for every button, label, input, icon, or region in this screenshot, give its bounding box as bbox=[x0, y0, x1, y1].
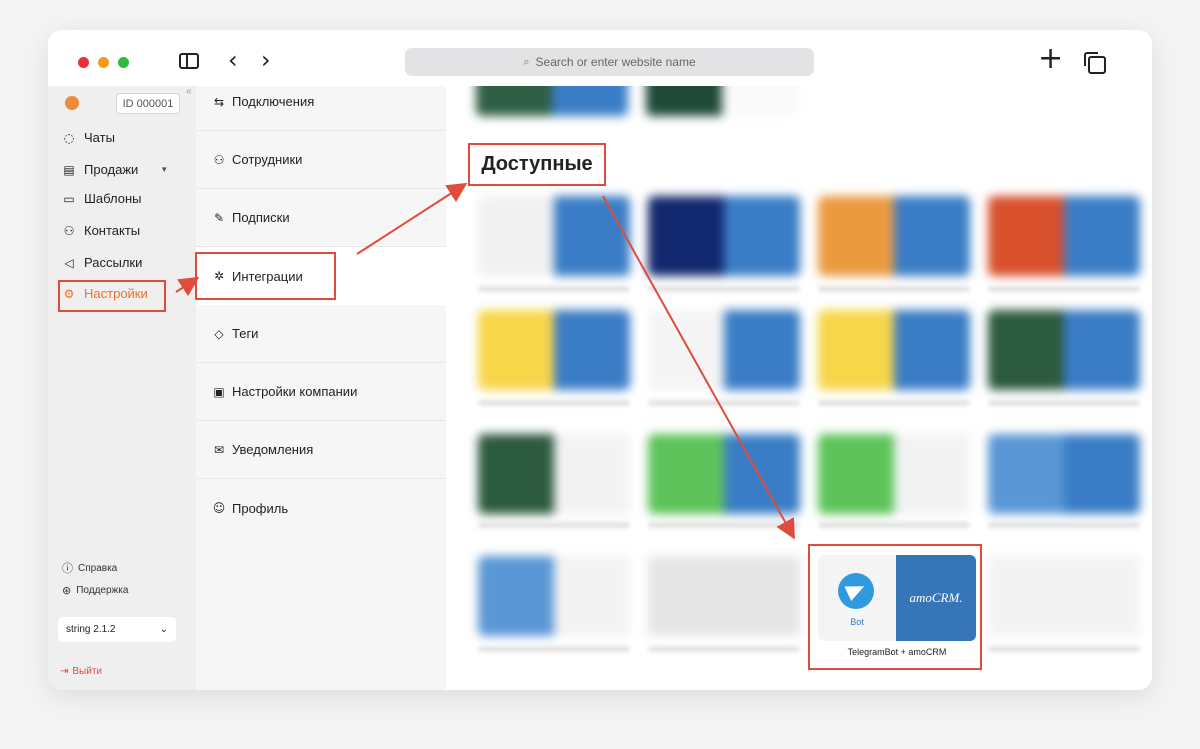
users-icon: ⚇ bbox=[213, 152, 225, 167]
address-placeholder: Search or enter website name bbox=[535, 55, 696, 69]
settings-menu: ⇆ Подключения ⚇ Сотрудники ✎ Подписки ✲ … bbox=[196, 86, 446, 690]
version-value: string 2.1.2 bbox=[66, 624, 116, 635]
settings-item-label: Уведомления bbox=[232, 442, 314, 457]
app-logo bbox=[65, 96, 79, 110]
settings-item-employees[interactable]: ⚇ Сотрудники bbox=[196, 131, 446, 189]
mail-icon: ✉ bbox=[213, 442, 225, 457]
settings-item-label: Подписки bbox=[232, 210, 290, 225]
integration-card[interactable] bbox=[818, 310, 970, 390]
caret-down-icon: ▼ bbox=[160, 165, 169, 174]
account-id-badge: ID 000001 bbox=[116, 93, 180, 114]
lifebuoy-icon: ⊛ bbox=[62, 584, 72, 597]
sidebar-item-label: Рассылки bbox=[84, 255, 143, 270]
chat-icon: ◌ bbox=[63, 130, 75, 145]
settings-highlight-box bbox=[58, 280, 166, 312]
integration-card[interactable] bbox=[648, 434, 800, 514]
sidebar-item-chats[interactable]: ◌ Чаты bbox=[62, 130, 115, 145]
settings-item-label: Настройки компании bbox=[232, 384, 358, 399]
settings-item-subscriptions[interactable]: ✎ Подписки bbox=[196, 189, 446, 247]
minimize-window-button[interactable] bbox=[98, 57, 109, 68]
logout-label: Выйти bbox=[72, 666, 102, 677]
integration-card[interactable] bbox=[648, 196, 800, 276]
card-highlight-box bbox=[808, 544, 982, 670]
shop-icon: ▤ bbox=[63, 162, 75, 177]
help-link[interactable]: ⓘ Справка bbox=[62, 560, 117, 576]
sidebar-item-label: Шаблоны bbox=[84, 191, 142, 206]
app-sidebar: ID 000001 « ◌ Чаты ▤ Продажи ▼ ▭ Шаблоны… bbox=[48, 86, 196, 690]
integration-card[interactable] bbox=[478, 434, 630, 514]
settings-item-profile[interactable]: ☺ Профиль bbox=[196, 479, 446, 537]
template-icon: ▭ bbox=[63, 191, 75, 206]
support-label: Поддержка bbox=[76, 585, 129, 596]
settings-item-label: Профиль bbox=[232, 500, 289, 516]
chevron-down-icon: ⌄ bbox=[159, 624, 168, 635]
settings-item-label: Подключения bbox=[232, 94, 315, 109]
help-label: Справка bbox=[78, 562, 118, 574]
settings-item-connections[interactable]: ⇆ Подключения bbox=[196, 73, 446, 131]
sidebar-item-mailings[interactable]: ◁ Рассылки bbox=[62, 255, 142, 270]
settings-item-notifications[interactable]: ✉ Уведомления bbox=[196, 421, 446, 479]
sidebar-item-label: Чаты bbox=[84, 130, 115, 145]
contacts-icon: ⚇ bbox=[63, 223, 75, 238]
subscription-icon: ✎ bbox=[213, 210, 225, 225]
profile-icon: ☺ bbox=[212, 501, 226, 515]
integration-card[interactable] bbox=[818, 196, 970, 276]
settings-item-label: Сотрудники bbox=[232, 152, 303, 167]
back-arrow-icon[interactable]: ‹ bbox=[228, 48, 238, 72]
info-icon: ⓘ bbox=[62, 562, 73, 575]
section-title-available: Доступные bbox=[468, 143, 606, 186]
new-tab-icon[interactable]: + bbox=[1038, 44, 1063, 74]
support-link[interactable]: ⊛ Поддержка bbox=[62, 584, 128, 597]
collapse-sidebar-icon[interactable]: « bbox=[186, 86, 192, 97]
integration-card[interactable] bbox=[476, 86, 628, 116]
integration-card[interactable] bbox=[648, 310, 800, 390]
settings-item-tags[interactable]: ◇ Теги bbox=[196, 305, 446, 363]
forward-arrow-icon[interactable]: › bbox=[261, 48, 271, 72]
maximize-window-button[interactable] bbox=[118, 57, 129, 68]
integration-card[interactable] bbox=[818, 434, 970, 514]
company-icon: ▣ bbox=[213, 384, 225, 399]
logout-button[interactable]: ⇥ Выйти bbox=[60, 666, 102, 677]
settings-item-label: Теги bbox=[232, 326, 259, 341]
version-select[interactable]: string 2.1.2 ⌄ bbox=[58, 617, 176, 642]
close-window-button[interactable] bbox=[78, 57, 89, 68]
sidebar-item-templates[interactable]: ▭ Шаблоны bbox=[62, 191, 142, 206]
integration-card[interactable] bbox=[646, 86, 798, 116]
integrations-highlight-box bbox=[195, 252, 336, 300]
settings-item-company[interactable]: ▣ Настройки компании bbox=[196, 363, 446, 421]
address-bar[interactable]: ⌕ Search or enter website name bbox=[405, 48, 814, 76]
search-icon: ⌕ bbox=[523, 55, 530, 68]
sidebar-item-label: Контакты bbox=[84, 223, 141, 238]
browser-window: ‹ › ⌕ Search or enter website name + ID … bbox=[48, 30, 1152, 690]
link-icon: ⇆ bbox=[213, 94, 225, 109]
sidebar-item-contacts[interactable]: ⚇ Контакты bbox=[62, 223, 141, 238]
integration-card[interactable] bbox=[988, 310, 1140, 390]
integration-card[interactable] bbox=[478, 310, 630, 390]
integration-card[interactable] bbox=[988, 556, 1140, 636]
integration-card[interactable] bbox=[478, 196, 630, 276]
megaphone-icon: ◁ bbox=[64, 255, 74, 270]
integration-card[interactable] bbox=[988, 196, 1140, 276]
integration-card[interactable] bbox=[478, 556, 630, 636]
sidebar-item-sales[interactable]: ▤ Продажи ▼ bbox=[62, 162, 168, 177]
integration-card[interactable] bbox=[988, 434, 1140, 514]
integration-card[interactable] bbox=[648, 556, 800, 636]
sidebar-item-label: Продажи bbox=[84, 162, 139, 177]
logout-icon: ⇥ bbox=[60, 666, 69, 677]
sidebar-toggle-icon[interactable] bbox=[179, 53, 199, 69]
tabs-overview-icon[interactable] bbox=[1084, 52, 1106, 74]
tag-icon: ◇ bbox=[214, 326, 224, 341]
